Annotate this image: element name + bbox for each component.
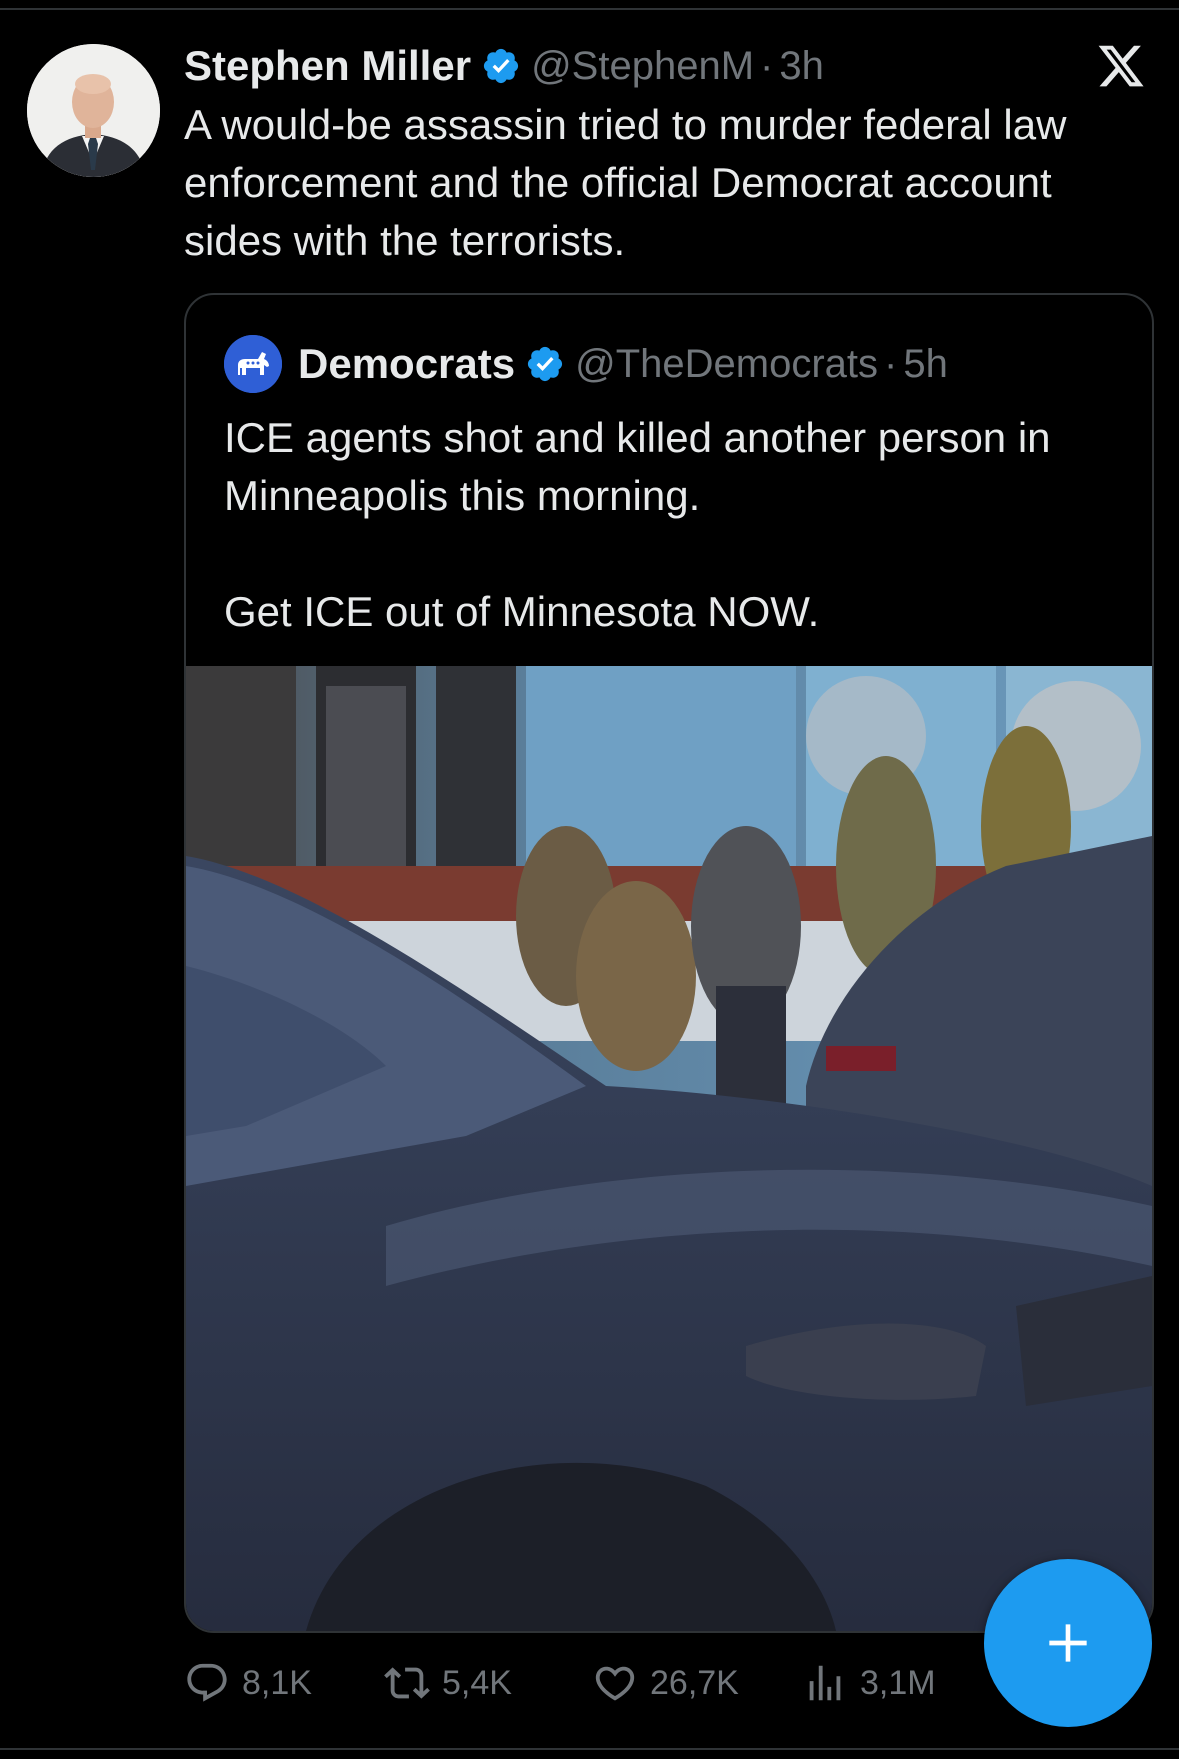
donkey-logo-icon [224,335,282,393]
reply-button[interactable]: 8,1K [184,1650,312,1716]
views-button[interactable]: 3,1M [802,1650,936,1716]
bottom-divider [0,1748,1179,1750]
header-separator: · [760,43,774,88]
author-handle[interactable]: @StephenM [531,44,754,89]
quote-header: Democrats @TheDemocrats · 5h [298,335,948,393]
quote-header-separator: · [884,341,898,386]
like-button[interactable]: 26,7K [592,1650,739,1716]
author-name[interactable]: Stephen Miller [184,42,471,90]
tweet-actions: 8,1K 5,4K 26,7K 3,1M [184,1650,1084,1716]
quoted-tweet-card[interactable]: Democrats @TheDemocrats · 5h ICE agents … [184,293,1154,1633]
quote-text-line: ICE agents shot and killed another perso… [224,414,1051,519]
bar-chart-icon [809,1665,841,1701]
repost-button[interactable]: 5,4K [384,1650,512,1716]
democrats-avatar[interactable] [224,335,282,393]
author-avatar-image [27,44,160,177]
quote-media-video[interactable] [186,666,1152,1631]
quote-text-line: Get ICE out of Minnesota NOW. [224,588,820,635]
media-still-image [186,666,1152,1631]
verified-badge-icon [483,48,519,84]
author-avatar[interactable] [27,44,160,177]
quote-author-handle[interactable]: @TheDemocrats [575,342,878,387]
top-divider [0,8,1179,10]
heart-icon [595,1666,635,1701]
like-count: 26,7K [650,1663,739,1702]
quote-text: ICE agents shot and killed another perso… [224,409,1124,641]
repost-count: 5,4K [442,1663,512,1702]
views-count: 3,1M [860,1663,936,1702]
tweet-header: Stephen Miller @StephenM · 3h [184,38,824,94]
verified-badge-icon [528,346,563,382]
plus-icon [1049,1624,1087,1662]
reply-count: 8,1K [242,1663,312,1702]
x-logo-icon[interactable] [1096,41,1146,91]
quote-timestamp[interactable]: 5h [903,342,948,387]
tweet-text: A would-be assassin tried to murder fede… [184,101,1067,264]
tweet-timestamp[interactable]: 3h [779,44,824,89]
compose-fab-button[interactable] [984,1559,1152,1727]
quote-author-name[interactable]: Democrats [298,340,515,388]
repost-arrows-icon [384,1667,430,1699]
reply-bubble-icon [187,1663,227,1702]
